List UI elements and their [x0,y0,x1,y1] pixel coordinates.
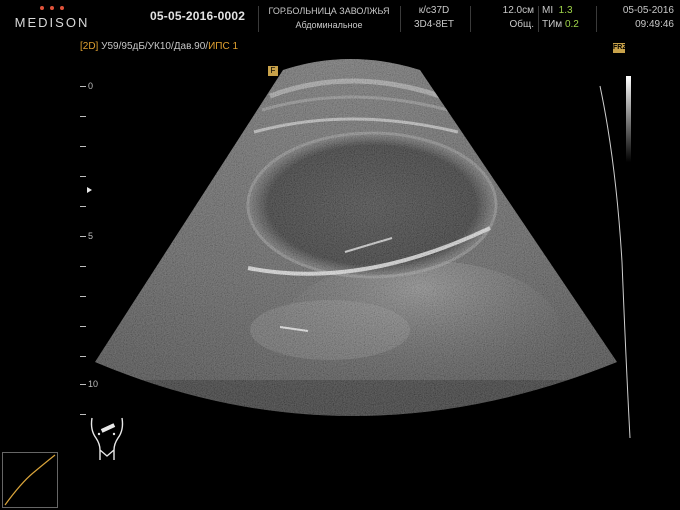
probe-info: к/с37D 3D4-8ET [404,4,464,32]
scale-tick [80,356,86,357]
exam-preset: Абдоминальное [295,20,363,30]
body-marker-icon[interactable] [86,416,128,462]
header-divider [596,6,597,32]
probe-frequency: к/с37D [418,5,450,16]
medison-logo: MEDISON [8,4,96,32]
patient-id: 05-05-2016-0002 [150,9,246,23]
hospital-name: ГОР.БОЛЬНИЦА ЗАВОЛЖЬЯ [268,6,390,16]
imaging-extra: ИПС 1 [208,41,239,52]
imaging-settings: У59/95дБ/УК10/Дав.90/ [98,41,209,52]
mi-label: MI [542,5,554,16]
focus-marker-icon[interactable]: F [268,66,278,76]
depth-value: 12.0см [502,5,534,16]
freeze-icon[interactable]: FRZ [613,43,627,53]
tgc-curve-icon [599,85,631,439]
gamma-curve-icon[interactable] [2,452,58,508]
mi-value: 1.3 [558,5,573,16]
logo-text: MEDISON [14,15,90,30]
logo-dots-icon [38,6,68,12]
header-bar: MEDISON 05-05-2016-0002 ГОР.БОЛЬНИЦА ЗАВ… [0,0,680,36]
index-info: MI 1.3 TИм 0.2 [542,4,590,32]
scale-tick [80,266,86,267]
hospital-info: ГОР.БОЛЬНИЦА ЗАВОЛЖЬЯ Абдоминальное [262,4,396,32]
scale-tick [80,296,86,297]
header-divider [470,6,471,32]
exam-date: 05-05-2016 [622,5,674,16]
scale-tick [80,176,86,177]
imaging-mode: [2D] [80,41,99,52]
scale-tick [80,384,86,385]
imaging-parameters: [2D] У59/95дБ/УК10/Дав.90/ИПС 1 [80,41,238,52]
scale-tick [80,326,86,327]
scale-tick [80,116,86,117]
scale-label-5: 5 [88,231,94,241]
scale-tick [80,414,86,415]
scale-label-0: 0 [88,81,94,91]
depth-scale: 0 5 10 [78,81,102,424]
scale-tick [80,86,86,87]
scale-label-10: 10 [88,379,99,389]
scale-tick [80,206,86,207]
probe-name: 3D4-8ET [413,19,454,30]
scale-tick [80,236,86,237]
header-divider [258,6,259,32]
tim-label: TИм [542,19,563,30]
exam-time: 09:49:46 [635,19,674,30]
header-divider [538,6,539,32]
header-divider [400,6,401,32]
focus-position-icon[interactable] [87,187,92,193]
scale-tick [80,146,86,147]
depth-info: 12.0см Общ. [478,4,534,32]
tim-value: 0.2 [564,19,579,30]
datetime-info: 05-05-2016 09:49:46 [600,4,674,32]
depth-mode: Общ. [509,19,534,30]
